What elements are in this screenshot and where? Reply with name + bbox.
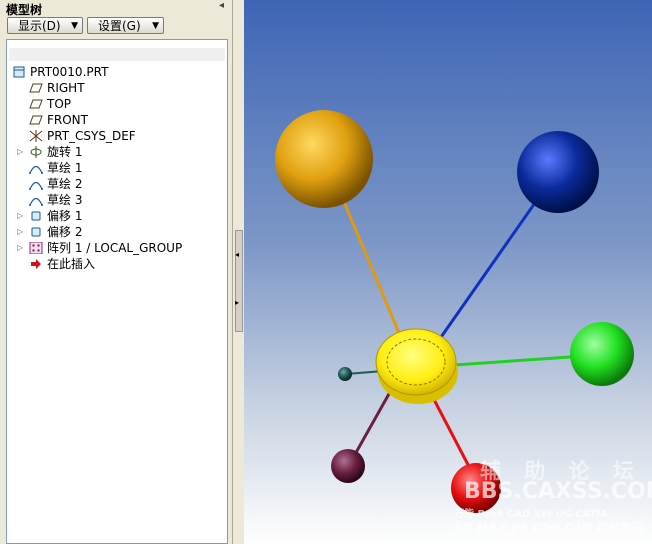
watermark-line-2: BBS.CAXSS.COM	[464, 479, 652, 504]
sketch-icon	[29, 165, 43, 174]
tree-item-label: FRONT	[47, 113, 88, 127]
datum-plane-icon	[29, 83, 43, 93]
tree-item-label: PRT0010.PRT	[30, 65, 109, 79]
expand-arrow-icon[interactable]: ▷	[17, 224, 23, 240]
show-button-label: 显示(D)	[18, 19, 61, 33]
splitter-grip[interactable]	[235, 230, 243, 332]
expand-arrow-icon[interactable]: ▷	[17, 144, 23, 160]
tree-item-label: 在此插入	[47, 257, 96, 271]
tree-item-label: 偏移 2	[47, 225, 83, 239]
offset-icon	[31, 211, 41, 221]
datum-plane-icon	[29, 99, 43, 109]
sphere-blue[interactable]	[517, 131, 599, 213]
model-tree: PRT0010.PRT RIGHT TOP FRONT PRT_CSYS_DEF…	[6, 39, 228, 544]
sphere-purple[interactable]	[331, 449, 365, 483]
sphere-green[interactable]	[570, 322, 634, 386]
graphics-viewport[interactable]: 辅 助 论 坛 BBS.CAXSS.COM 万能 ProE CAD SW UG …	[244, 0, 652, 544]
tree-item-label: 草绘 2	[47, 177, 83, 191]
watermark-line-3: 万能 ProE CAD SW UG CATIA	[454, 509, 608, 520]
datum-plane-icon	[29, 115, 43, 125]
pin-icon[interactable]: ◂	[219, 0, 224, 11]
tree-item-label: 旋转 1	[47, 145, 83, 159]
tree-item-label: RIGHT	[47, 81, 85, 95]
tree-column-header	[9, 48, 225, 61]
model-tree-panel: 模型树 ◂ 显示(D) ▼ 设置(G) ▼ PRT0010.PRT RIGHT …	[0, 0, 232, 544]
tree-item-label: 草绘 3	[47, 193, 83, 207]
settings-button[interactable]: 设置(G) ▼	[87, 17, 164, 34]
tree-item-label: 阵列 1 / LOCAL_GROUP	[47, 241, 183, 255]
revolve-icon	[30, 146, 42, 158]
expand-right-icon[interactable]: ▸	[235, 298, 239, 307]
tree-item-label: TOP	[47, 97, 72, 111]
sphere-orange[interactable]	[275, 110, 373, 208]
collapse-left-icon[interactable]: ◂	[235, 250, 239, 259]
tree-item-label: 偏移 1	[47, 209, 83, 223]
sketch-icon	[29, 197, 43, 206]
tree-item-label: PRT_CSYS_DEF	[47, 129, 136, 143]
chevron-down-icon: ▼	[152, 21, 159, 31]
offset-icon	[31, 227, 41, 237]
tree-item-label: 草绘 1	[47, 161, 83, 175]
chevron-down-icon: ▼	[71, 21, 78, 31]
settings-button-label: 设置(G)	[98, 19, 141, 33]
pattern-icon	[29, 242, 43, 254]
watermark-line-4: 3D MAX PS CDR C4D 视频教程	[454, 521, 645, 535]
coordinate-system-icon	[29, 130, 43, 142]
insert-arrow-icon	[31, 259, 41, 269]
show-button[interactable]: 显示(D) ▼	[7, 17, 83, 34]
sphere-teal[interactable]	[338, 367, 352, 381]
rod-blue	[437, 189, 546, 341]
expand-arrow-icon[interactable]: ▷	[17, 240, 23, 256]
sketch-icon	[29, 181, 43, 190]
part-icon	[13, 66, 25, 78]
rod-orange	[337, 189, 404, 341]
panel-title: 模型树	[6, 3, 43, 17]
expand-arrow-icon[interactable]: ▷	[17, 208, 23, 224]
